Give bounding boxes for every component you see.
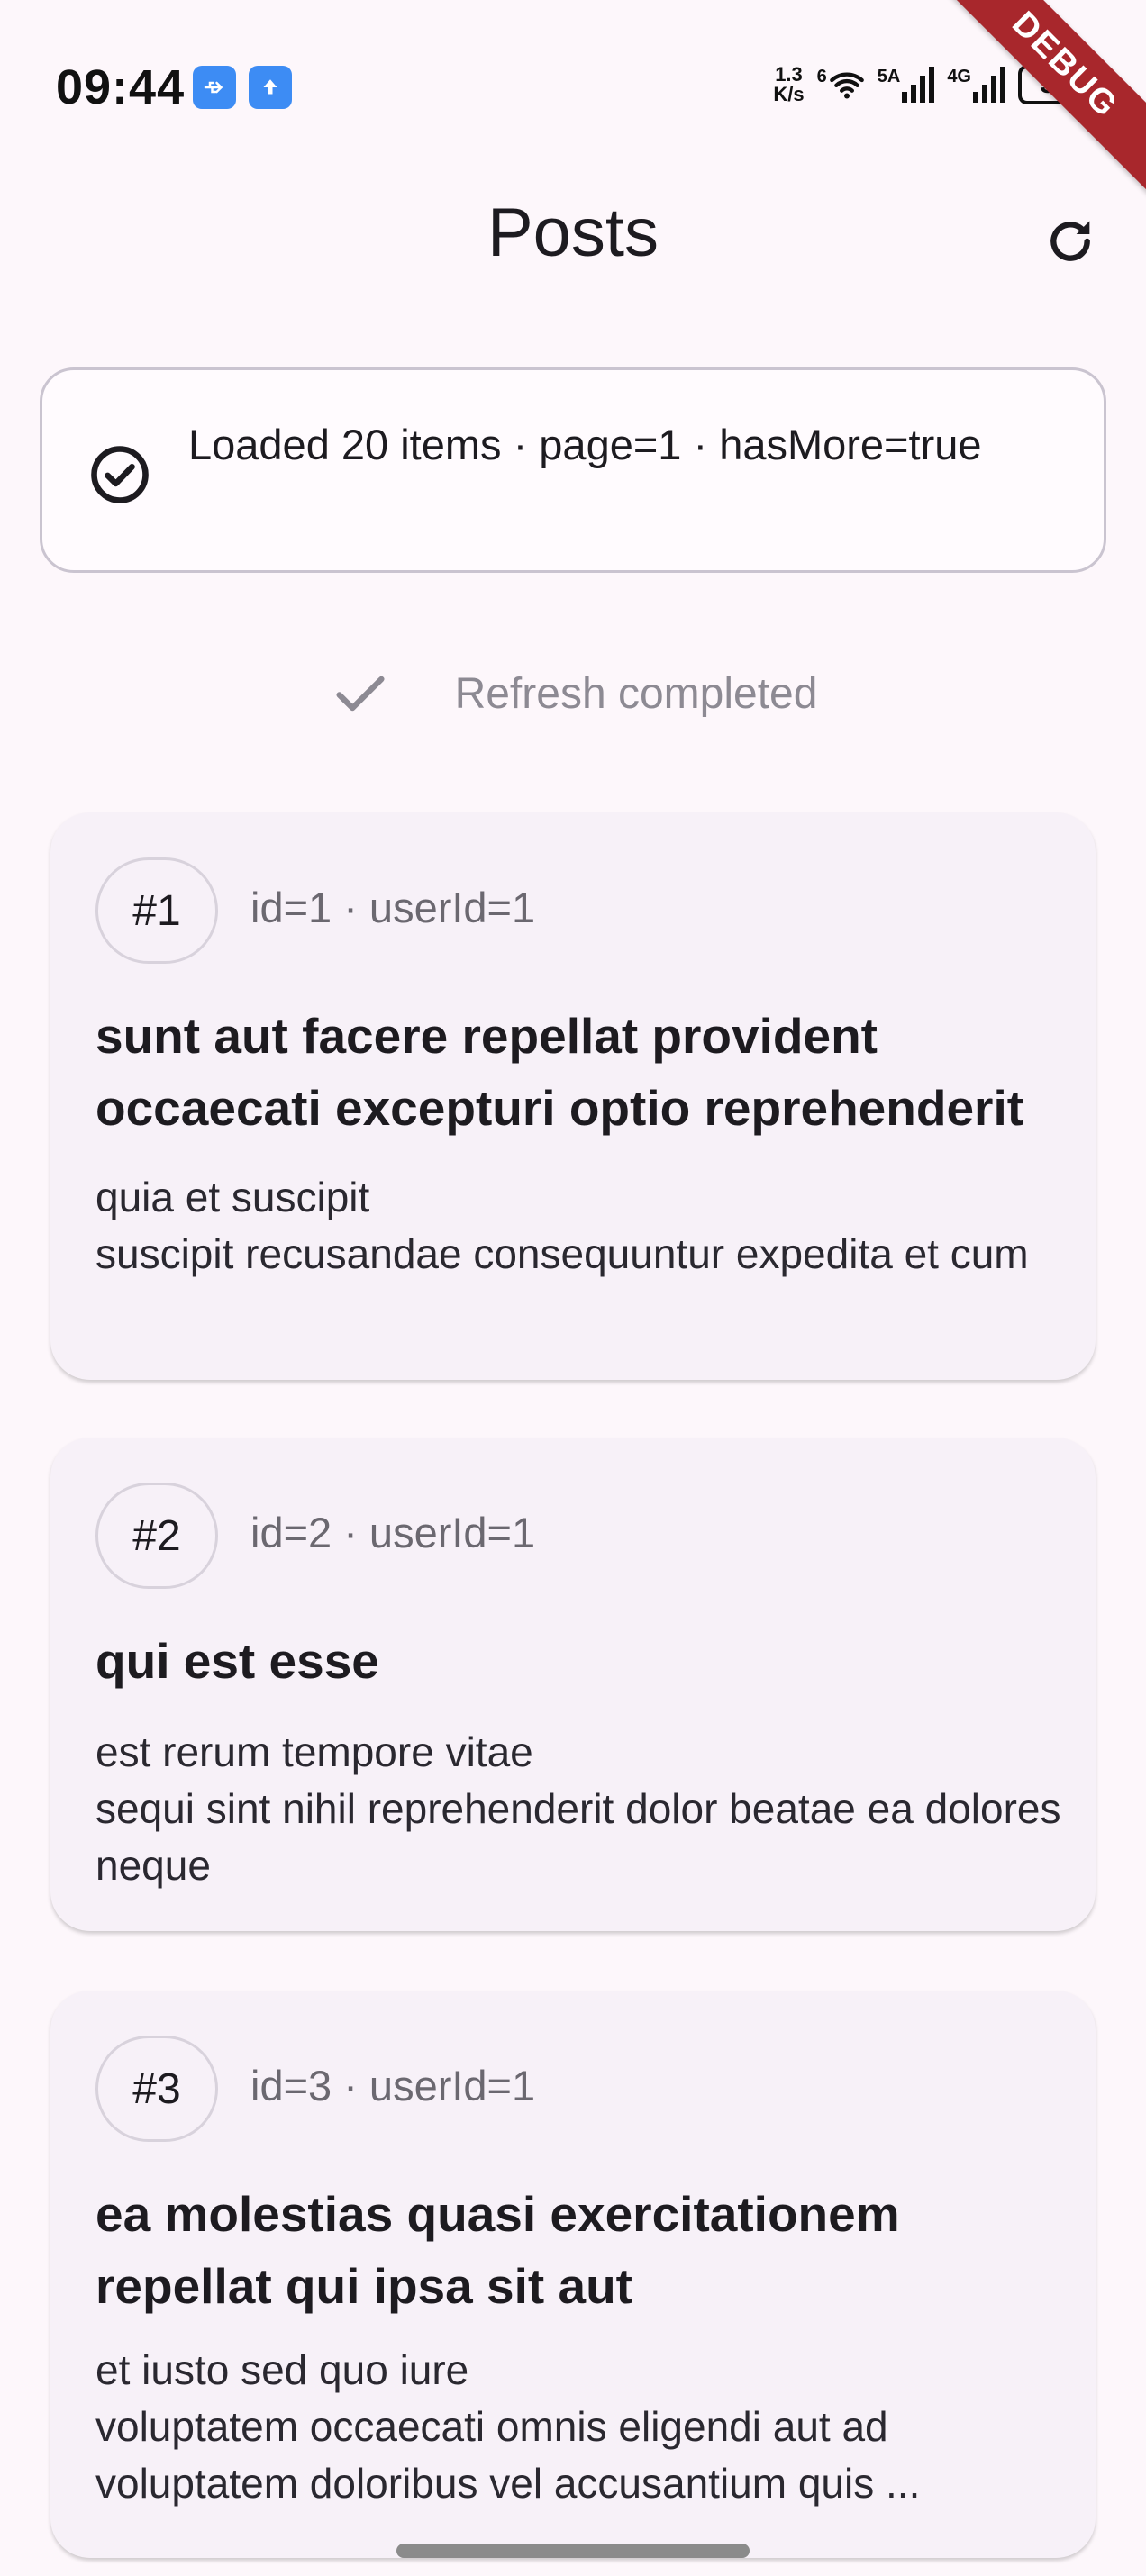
post-number-badge: #2 (96, 1483, 218, 1589)
post-card[interactable]: #2 id=2 · userId=1 qui est esse est reru… (50, 1438, 1096, 1931)
post-body: est rerum tempore vitae sequi sint nihil… (96, 1728, 1061, 1889)
post-card[interactable]: #1 id=1 · userId=1 sunt aut facere repel… (50, 812, 1096, 1380)
post-meta: id=1 · userId=1 (250, 884, 536, 931)
post-number-badge: #3 (96, 2036, 218, 2142)
load-status-text: Loaded 20 items · page=1 · hasMore=true (188, 421, 982, 468)
status-time: 09:44 (56, 60, 186, 114)
post-title: sunt aut facere repellat provident occae… (96, 1008, 1024, 1136)
post-body: quia et suscipit suscipit recusandae con… (96, 1174, 1029, 1277)
upload-icon (249, 66, 292, 109)
post-meta: id=2 · userId=1 (250, 1509, 536, 1556)
network-speed-value: 1.3 (775, 63, 803, 86)
signal-2-label: 4G (947, 67, 971, 86)
post-body: et iusto sed quo iure voluptatem occaeca… (96, 2346, 921, 2507)
cell-signal-2-icon: 4G (947, 67, 1005, 103)
post-title: qui est esse (96, 1633, 379, 1689)
post-meta: id=3 · userId=1 (250, 2062, 536, 2109)
post-number-badge: #1 (96, 857, 218, 964)
refresh-completed-text: Refresh completed (454, 669, 818, 718)
usb-icon (193, 66, 236, 109)
network-speed-unit: K/s (773, 83, 805, 105)
home-indicator[interactable] (396, 2544, 750, 2558)
signal-1-label: 5A (877, 67, 901, 86)
cell-signal-1-icon: 5A (878, 67, 935, 103)
refresh-completed-indicator: Refresh completed (0, 658, 1146, 730)
wifi-icon: 6 (817, 67, 865, 103)
load-status-card: Loaded 20 items · page=1 · hasMore=true (40, 367, 1106, 573)
status-bar: 09:44 1.3 K/s 6 5A 4G 3 (0, 0, 1146, 171)
check-icon (336, 676, 385, 712)
wifi-label: 6 (816, 67, 827, 86)
page-title: Posts (487, 195, 659, 271)
refresh-icon (1050, 221, 1090, 261)
post-title: ea molestias quasi exercitationem repell… (96, 2186, 900, 2314)
network-speed: 1.3 K/s (773, 65, 804, 104)
refresh-button[interactable] (1032, 204, 1108, 279)
check-circle-icon (91, 446, 149, 503)
post-card[interactable]: #3 id=3 · userId=1 ea molestias quasi ex… (50, 1991, 1096, 2558)
app-screen: 09:44 1.3 K/s 6 5A 4G 3 (0, 0, 1146, 2576)
